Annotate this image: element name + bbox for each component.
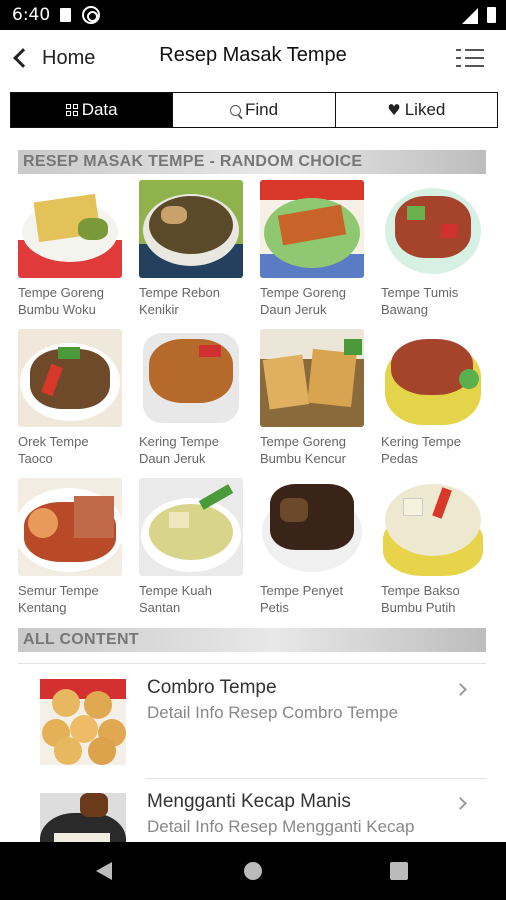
recipe-image [18, 180, 122, 278]
chevron-right-icon [454, 683, 467, 696]
recipe-card[interactable]: Kering Tempe Daun Jeruk [139, 329, 243, 478]
system-nav-bar [0, 842, 506, 900]
chevron-left-icon [13, 48, 33, 68]
recipe-name: Semur Tempe Kentang [18, 583, 99, 615]
back-label: Home [42, 46, 96, 69]
list-item-subtitle: Detail Info Resep Combro Tempe [147, 703, 399, 722]
recipe-image [139, 180, 243, 278]
signal-icon [462, 8, 478, 24]
recipe-card[interactable]: Semur Tempe Kentang [18, 478, 122, 627]
list-item-thumbnail [40, 679, 126, 765]
chevron-right-icon [454, 797, 467, 810]
recipe-name: Tempe Penyet Petis [260, 583, 344, 615]
list-item-title: Combro Tempe [147, 677, 277, 698]
back-button[interactable]: Home [8, 42, 95, 74]
app-bar: Home Resep Masak Tempe [0, 30, 506, 88]
recipe-image [260, 478, 364, 576]
recipe-name: Orek Tempe Taoco [18, 434, 89, 466]
recipe-name: Tempe Kuah Santan [139, 583, 212, 615]
sd-card-icon [60, 8, 71, 22]
recipe-name: Kering Tempe Pedas [381, 434, 461, 466]
recipe-card[interactable]: Tempe Kuah Santan [139, 478, 243, 627]
list-menu-icon[interactable] [456, 47, 484, 69]
recipe-name: Tempe Goreng Daun Jeruk [260, 285, 346, 317]
recipe-image [260, 329, 364, 427]
recipe-card[interactable]: Kering Tempe Pedas [381, 329, 485, 478]
random-choice-header: RESEP MASAK TEMPE - RANDOM CHOICE [18, 150, 486, 174]
recipe-image [139, 478, 243, 576]
status-time: 6:40 [12, 5, 51, 25]
recipe-image [139, 329, 243, 427]
list-item-subtitle: Detail Info Resep Mengganti Kecap [147, 817, 415, 836]
battery-icon [487, 7, 496, 23]
recipe-name: Tempe Goreng Bumbu Woku [18, 285, 104, 317]
recipe-card[interactable]: Tempe Goreng Bumbu Kencur [260, 329, 364, 478]
tab-data-label: Data [81, 100, 118, 119]
recipe-name: Kering Tempe Daun Jeruk [139, 434, 219, 466]
all-content-header: ALL CONTENT [18, 628, 486, 652]
recipe-image [381, 180, 485, 278]
nav-home-icon[interactable] [244, 862, 262, 880]
recipe-name: Tempe Rebon Kenikir [139, 285, 220, 317]
recipe-card[interactable]: Orek Tempe Taoco [18, 329, 122, 478]
list-item-title: Mengganti Kecap Manis [147, 791, 351, 812]
tab-bar: Data Find ♥ Liked [10, 92, 498, 128]
recipe-image [381, 478, 485, 576]
nav-back-icon[interactable] [96, 862, 112, 880]
recipe-grid: Tempe Goreng Bumbu Woku Tempe Rebon Keni… [18, 180, 488, 627]
recipe-card[interactable]: Tempe Tumis Bawang [381, 180, 485, 329]
recipe-card[interactable]: Tempe Goreng Daun Jeruk [260, 180, 364, 329]
tab-liked-label: Liked [404, 100, 446, 119]
status-bar: 6:40 [0, 0, 506, 30]
recipe-image [18, 478, 122, 576]
grid-icon [65, 104, 78, 116]
tab-data[interactable]: Data [11, 93, 173, 127]
recipe-name: Tempe Tumis Bawang [381, 285, 459, 317]
recipe-card[interactable]: Tempe Penyet Petis [260, 478, 364, 627]
recipe-card[interactable]: Tempe Goreng Bumbu Woku [18, 180, 122, 329]
recipe-image [260, 180, 364, 278]
search-icon [229, 104, 241, 116]
heart-icon: ♥ [387, 101, 401, 119]
tab-find-label: Find [244, 100, 279, 119]
recipe-name: Tempe Bakso Bumbu Putih [381, 583, 460, 615]
recipe-card[interactable]: Tempe Rebon Kenikir [139, 180, 243, 329]
list-item[interactable]: Combro Tempe Detail Info Resep Combro Te… [18, 663, 486, 778]
recipe-image [18, 329, 122, 427]
recipe-image [381, 329, 485, 427]
tab-liked[interactable]: ♥ Liked [334, 93, 497, 127]
nav-recents-icon[interactable] [390, 862, 408, 880]
tab-find[interactable]: Find [172, 93, 335, 127]
sync-icon [82, 6, 100, 24]
recipe-card[interactable]: Tempe Bakso Bumbu Putih [381, 478, 485, 627]
recipe-name: Tempe Goreng Bumbu Kencur [260, 434, 346, 466]
